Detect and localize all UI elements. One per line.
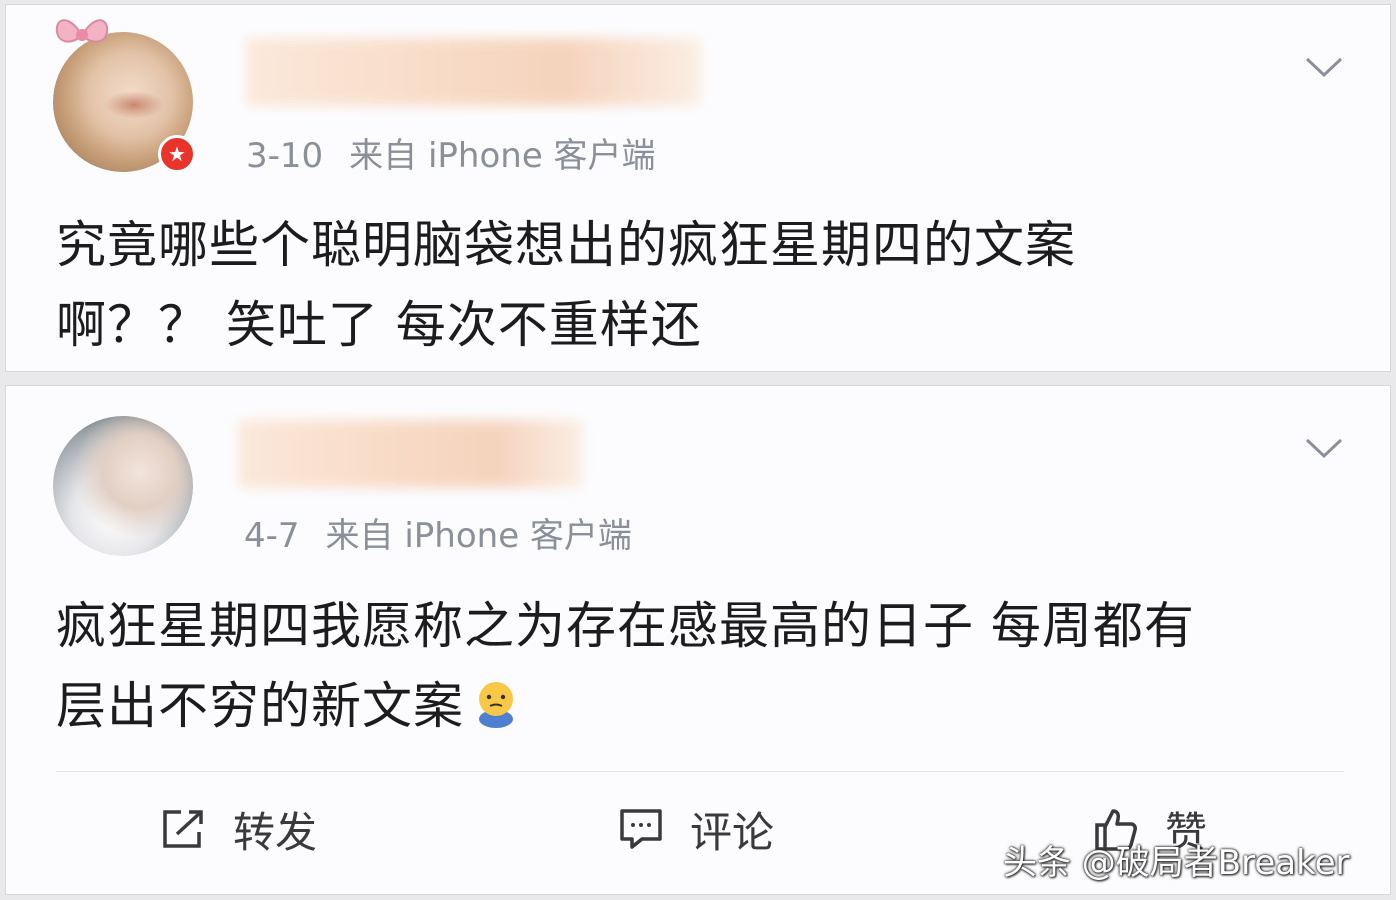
divider <box>56 771 1344 772</box>
comment-icon <box>620 809 662 849</box>
repost-button[interactable]: 转发 <box>161 801 317 857</box>
post-meta: 3-10 来自 iPhone 客户端 <box>246 128 656 177</box>
chevron-down-icon[interactable] <box>1304 436 1344 460</box>
post-body-line: 啊？？ 笑吐了 每次不重样还 <box>56 296 702 354</box>
comment-button[interactable]: 评论 <box>618 801 774 857</box>
username-blurred[interactable] <box>238 420 583 488</box>
post-body: 疯狂星期四我愿称之为存在感最高的日子 每周都有 层出不穷的新文案 <box>56 586 1376 746</box>
verified-badge-icon: ★ <box>158 135 196 173</box>
post-body-line-with-emoji: 层出不穷的新文案 <box>56 666 1376 746</box>
bow-decoration-icon <box>55 19 109 43</box>
post-body: 究竟哪些个聪明脑袋想出的疯狂星期四的文案 啊？？ 笑吐了 每次不重样还 <box>56 205 1376 365</box>
post-source: 来自 iPhone 客户端 <box>349 136 656 176</box>
comment-label: 评论 <box>690 807 775 857</box>
post-date: 3-10 <box>246 136 324 176</box>
emoji-icon <box>479 682 513 728</box>
post-meta: 4-7 来自 iPhone 客户端 <box>244 508 632 557</box>
post-body-line: 疯狂星期四我愿称之为存在感最高的日子 每周都有 <box>56 597 1195 655</box>
post-card: ★ 3-10 来自 iPhone 客户端 究竟哪些个聪明脑袋想出的疯狂星期四的文案… <box>5 4 1391 372</box>
post-date: 4-7 <box>244 516 300 556</box>
post-body-line: 究竟哪些个聪明脑袋想出的疯狂星期四的文案 <box>56 216 1076 274</box>
avatar[interactable]: ★ <box>53 19 196 173</box>
share-icon <box>163 810 203 848</box>
username-blurred[interactable] <box>246 38 701 106</box>
avatar[interactable] <box>53 416 193 556</box>
post-card: 4-7 来自 iPhone 客户端 疯狂星期四我愿称之为存在感最高的日子 每周都有… <box>5 385 1391 895</box>
repost-label: 转发 <box>233 807 318 857</box>
post-body-line: 层出不穷的新文案 <box>56 677 464 735</box>
post-source: 来自 iPhone 客户端 <box>325 516 632 556</box>
watermark: 头条 @破局者Breaker <box>1003 843 1350 883</box>
chevron-down-icon[interactable] <box>1304 55 1344 79</box>
